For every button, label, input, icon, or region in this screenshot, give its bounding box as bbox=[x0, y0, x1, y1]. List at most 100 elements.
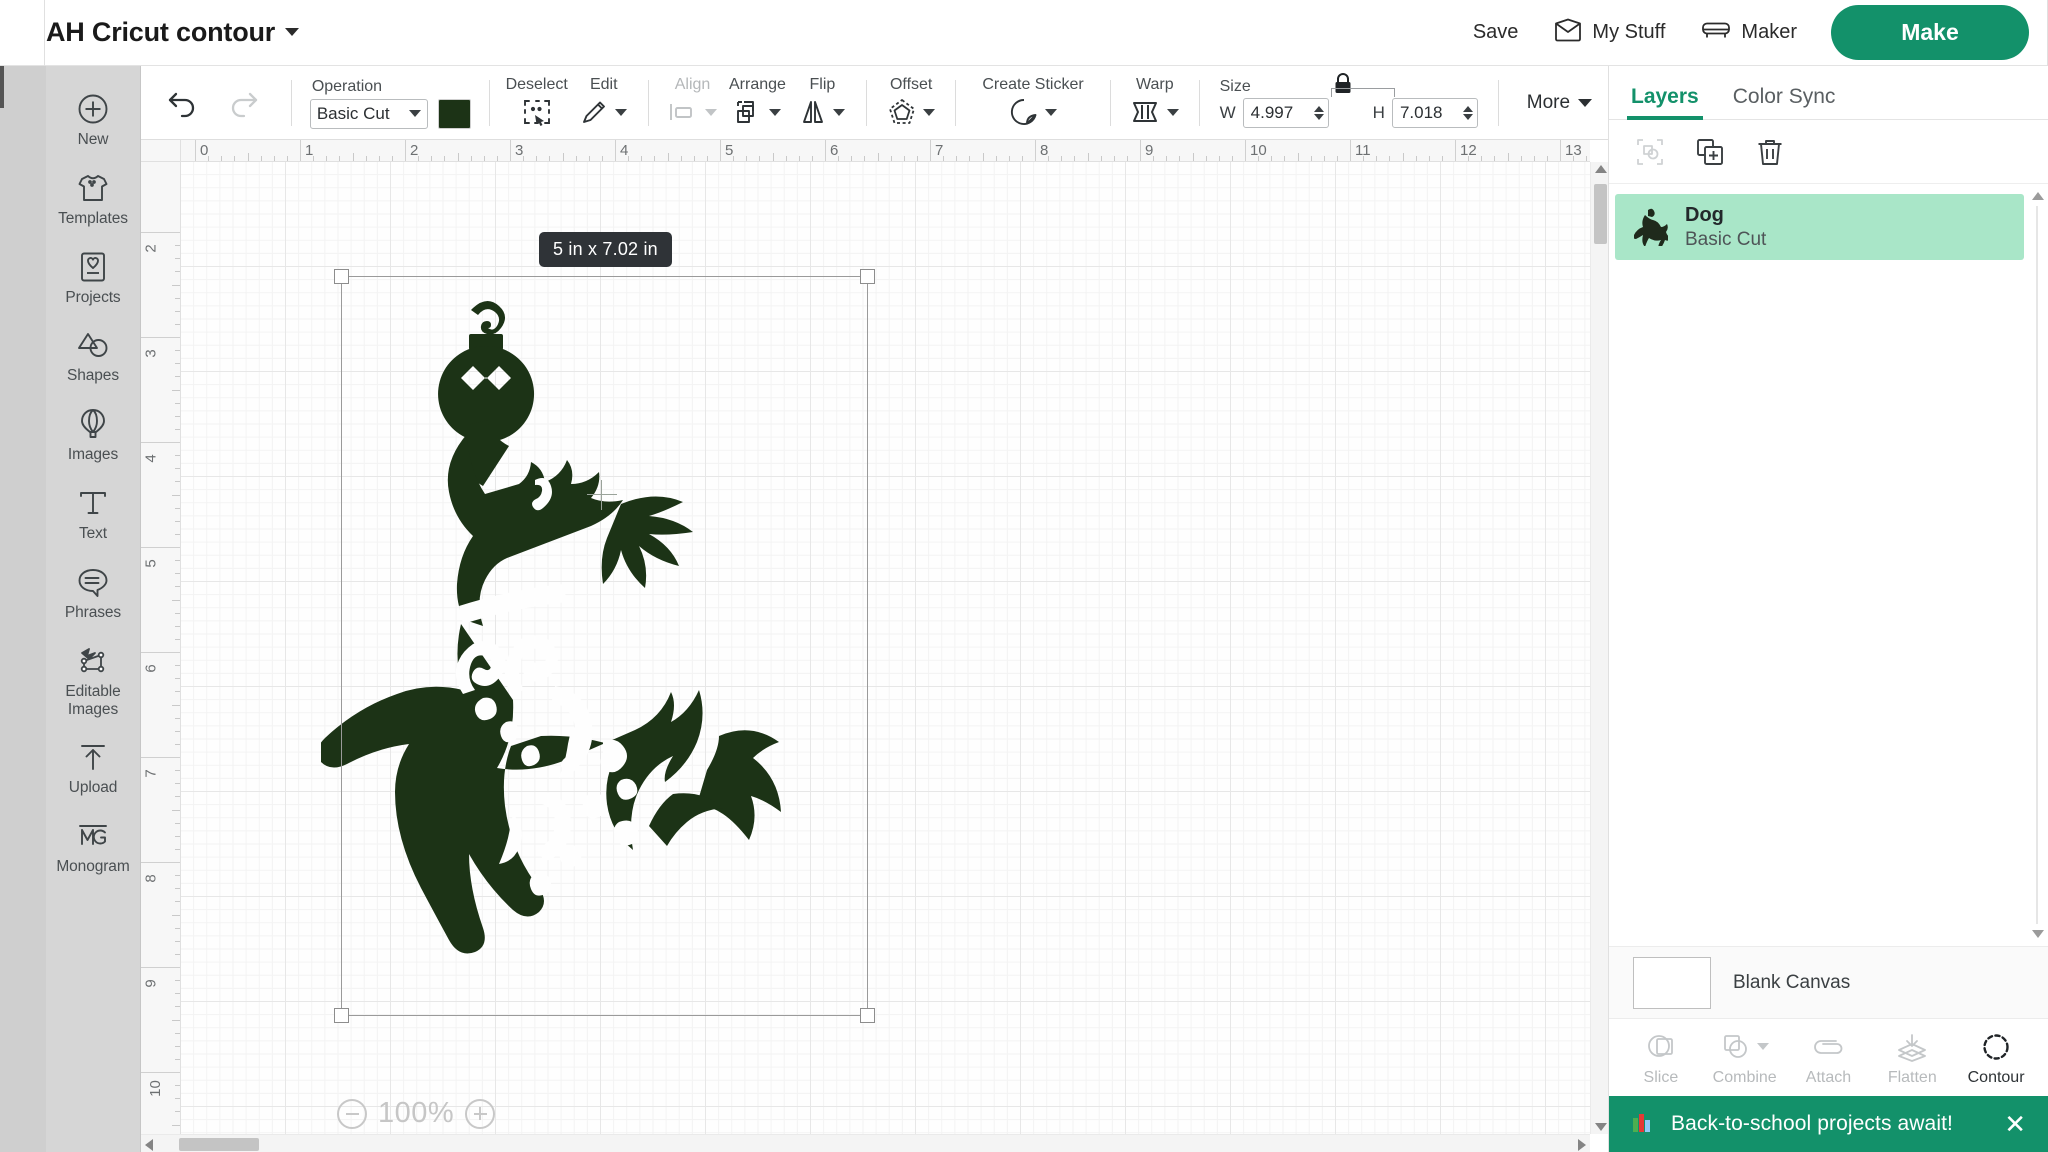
minus-circle-icon[interactable] bbox=[337, 1098, 367, 1129]
resize-handle-top-right[interactable] bbox=[860, 269, 875, 284]
aspect-lock-toggle[interactable] bbox=[1330, 72, 1395, 97]
ruler-label: 5 bbox=[725, 142, 734, 159]
sidebar-item-shapes[interactable]: Shapes bbox=[46, 316, 141, 395]
plus-circle-icon[interactable] bbox=[465, 1098, 496, 1129]
vertical-ruler: 2 3 4 5 6 7 8 9 10 bbox=[141, 162, 181, 1134]
sidebar-item-new[interactable]: New bbox=[46, 80, 141, 159]
flatten-button[interactable]: Flatten bbox=[1879, 1029, 1945, 1087]
width-input[interactable]: 4.997 bbox=[1242, 98, 1329, 128]
canvas-grid[interactable]: 5 in x 7.02 in bbox=[181, 162, 1590, 1134]
edit-label: Edit bbox=[589, 76, 618, 93]
make-button[interactable]: Make bbox=[1831, 5, 2029, 60]
zoom-control: 100% bbox=[337, 1097, 496, 1130]
arrange-menu-button[interactable]: Arrange bbox=[725, 66, 791, 140]
canvas-horizontal-scrollbar[interactable] bbox=[141, 1134, 1590, 1152]
layers-scrollbar[interactable] bbox=[2031, 192, 2045, 938]
contour-dashed-circle-icon bbox=[1981, 1029, 2011, 1065]
slice-button[interactable]: Slice bbox=[1628, 1029, 1694, 1087]
sidebar-item-projects[interactable]: Projects bbox=[46, 238, 141, 317]
attach-button[interactable]: Attach bbox=[1795, 1029, 1861, 1087]
sidebar-item-upload[interactable]: Upload bbox=[46, 728, 141, 807]
attach-paperclip-icon bbox=[1811, 1029, 1845, 1065]
combine-button[interactable]: Combine bbox=[1712, 1029, 1778, 1087]
sidebar-item-label: Editable Images bbox=[65, 682, 121, 718]
horizontal-ruler: 0 1 2 3 4 5 6 7 8 9 10 11 12 13 bbox=[181, 140, 1590, 162]
scroll-down-arrow-icon[interactable] bbox=[1595, 1123, 1607, 1131]
sidebar-item-editable-images[interactable]: Editable Images bbox=[46, 632, 141, 729]
resize-handle-top-left[interactable] bbox=[334, 269, 349, 284]
undo-arrow-icon[interactable] bbox=[161, 80, 207, 126]
tab-color-sync[interactable]: Color Sync bbox=[1733, 85, 1836, 119]
more-menu-button[interactable]: More bbox=[1511, 66, 1608, 139]
duplicate-icon[interactable] bbox=[1693, 135, 1727, 169]
group-icon[interactable] bbox=[1633, 135, 1667, 169]
canvas-layer-row[interactable]: Blank Canvas bbox=[1609, 946, 2048, 1018]
resize-handle-bottom-right[interactable] bbox=[860, 1008, 875, 1023]
scroll-up-arrow-icon[interactable] bbox=[1595, 165, 1607, 173]
canvas-layer-label: Blank Canvas bbox=[1733, 971, 1851, 993]
sidebar-item-label: Upload bbox=[68, 779, 118, 797]
chevron-down-icon[interactable] bbox=[285, 27, 300, 36]
operation-select[interactable]: Basic Cut bbox=[309, 98, 428, 129]
operation-label: Operation bbox=[311, 77, 383, 95]
project-title-button[interactable]: AH Cricut contour bbox=[30, 17, 300, 48]
delete-icon[interactable] bbox=[1753, 135, 1787, 169]
design-canvas[interactable]: 0 1 2 3 4 5 6 7 8 9 10 11 12 13 2 3 4 5 6 7 8 9 10 5 in x 7.0… bbox=[141, 140, 1608, 1152]
sidebar-item-phrases[interactable]: Phrases bbox=[46, 553, 141, 632]
sidebar-item-text[interactable]: Text bbox=[46, 474, 141, 553]
cricut-machine-icon bbox=[1701, 19, 1731, 47]
offset-menu-button[interactable]: Offset bbox=[879, 66, 943, 140]
sidebar-item-images[interactable]: Images bbox=[46, 395, 141, 474]
size-group: Size W 4.997 H 7.018 bbox=[1212, 66, 1486, 140]
resize-handle-bottom-left[interactable] bbox=[334, 1008, 349, 1023]
edit-menu-button[interactable]: Edit bbox=[572, 66, 636, 140]
tab-layers[interactable]: Layers bbox=[1627, 85, 1703, 120]
scroll-left-arrow-icon[interactable] bbox=[145, 1139, 153, 1151]
align-menu-button[interactable]: Align bbox=[661, 66, 725, 140]
redo-arrow-icon[interactable] bbox=[219, 80, 265, 126]
canvas-vertical-scrollbar[interactable] bbox=[1590, 162, 1608, 1134]
canvas-color-swatch[interactable] bbox=[1633, 956, 1711, 1009]
chevron-down-icon bbox=[1578, 98, 1593, 107]
flip-label: Flip bbox=[809, 76, 836, 93]
deselect-button[interactable]: Deselect bbox=[502, 66, 572, 140]
layer-text: Dog Basic Cut bbox=[1685, 203, 1766, 252]
ruler-label: 4 bbox=[620, 142, 629, 159]
ruler-label: 9 bbox=[142, 979, 160, 988]
create-sticker-button[interactable]: Create Sticker bbox=[968, 66, 1098, 140]
monogram-mg-icon bbox=[76, 819, 110, 853]
operation-color-swatch[interactable] bbox=[437, 98, 471, 129]
ruler-label: 2 bbox=[142, 244, 160, 253]
flip-menu-button[interactable]: Flip bbox=[790, 66, 854, 140]
scroll-up-arrow-icon[interactable] bbox=[2032, 192, 2044, 200]
height-value: 7.018 bbox=[1399, 103, 1443, 122]
scroll-down-arrow-icon[interactable] bbox=[2032, 930, 2044, 938]
toolbar-divider bbox=[1110, 79, 1111, 126]
promo-banner[interactable]: Back-to-school projects await! ✕ bbox=[1609, 1096, 2048, 1152]
height-input[interactable]: 7.018 bbox=[1391, 98, 1478, 128]
contour-button[interactable]: Contour bbox=[1963, 1029, 2029, 1087]
sidebar-item-templates[interactable]: Templates bbox=[46, 159, 141, 238]
operation-row: Basic Cut bbox=[309, 98, 471, 129]
width-tag: W bbox=[1219, 103, 1236, 122]
ruler-label: 6 bbox=[830, 142, 839, 159]
warp-menu-button[interactable]: Warp bbox=[1123, 66, 1187, 140]
my-stuff-button[interactable]: My Stuff bbox=[1536, 10, 1683, 56]
layer-operations-bar: Slice Combine Attach Flatten Contour bbox=[1609, 1018, 2048, 1096]
selection-bounding-box[interactable] bbox=[334, 269, 875, 1023]
toolbar-divider bbox=[1497, 79, 1499, 126]
height-stepper[interactable] bbox=[1462, 106, 1473, 120]
horizontal-scroll-thumb[interactable] bbox=[179, 1138, 259, 1151]
scroll-right-arrow-icon[interactable] bbox=[1578, 1139, 1586, 1151]
left-rail bbox=[0, 66, 46, 1152]
save-button[interactable]: Save bbox=[1455, 13, 1537, 52]
sidebar-item-monogram[interactable]: Monogram bbox=[46, 807, 141, 886]
size-row: W 4.997 H 7.018 bbox=[1220, 98, 1478, 128]
header-right: Save My Stuff Maker Make bbox=[1455, 5, 2047, 60]
width-stepper[interactable] bbox=[1313, 106, 1324, 120]
size-badge: 5 in x 7.02 in bbox=[539, 232, 672, 267]
close-x-icon[interactable]: ✕ bbox=[2004, 1111, 2026, 1137]
vertical-scroll-thumb[interactable] bbox=[1594, 184, 1607, 244]
layer-row-dog[interactable]: Dog Basic Cut bbox=[1615, 194, 2024, 260]
machine-select-button[interactable]: Maker bbox=[1683, 11, 1815, 55]
